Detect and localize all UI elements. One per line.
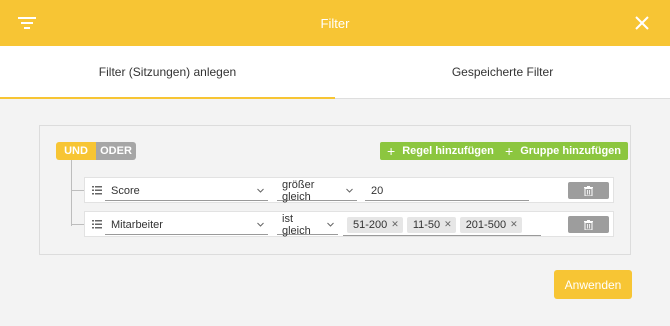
chevron-down-icon <box>327 222 334 227</box>
delete-rule-button[interactable] <box>568 182 609 199</box>
add-rule-label: Regel hinzufügen <box>402 145 494 157</box>
plus-icon: + <box>387 143 396 159</box>
und-button[interactable]: UND <box>56 142 96 160</box>
trash-icon <box>584 185 593 196</box>
delete-rule-button[interactable] <box>568 216 609 233</box>
operator-select[interactable]: größer gleich <box>277 178 357 203</box>
rule-row: Mitarbeiter ist gleich 51-200 ✕ 11-50 ✕ … <box>84 211 614 237</box>
add-group-button[interactable]: + Gruppe hinzufügen <box>498 142 629 160</box>
plus-icon: + <box>505 143 514 159</box>
tab-create-filter[interactable]: Filter (Sitzungen) anlegen <box>0 46 335 99</box>
remove-tag-icon[interactable]: ✕ <box>444 219 452 230</box>
field-select-value: Mitarbeiter <box>111 218 163 231</box>
operator-select-value: ist gleich <box>282 212 311 237</box>
add-group-label: Gruppe hinzufügen <box>520 145 622 157</box>
drag-handle-icon[interactable] <box>92 220 102 229</box>
apply-button[interactable]: Anwenden <box>554 270 632 299</box>
chevron-down-icon <box>257 188 264 193</box>
value-tag: 51-200 ✕ <box>347 216 403 233</box>
trash-icon <box>584 219 593 230</box>
add-rule-button[interactable]: + Regel hinzufügen <box>380 142 501 160</box>
tree-connector <box>71 190 84 191</box>
tab-saved-filters[interactable]: Gespeicherte Filter <box>335 46 670 98</box>
query-builder: UND ODER + Regel hinzufügen + Gruppe hin… <box>39 125 631 255</box>
rule-row: Score größer gleich 20 <box>84 177 614 203</box>
value-tag-label: 11-50 <box>412 218 441 231</box>
field-select-value: Score <box>111 184 140 197</box>
value-tag-label: 51-200 <box>353 218 388 231</box>
field-select[interactable]: Score <box>105 181 268 201</box>
remove-tag-icon[interactable]: ✕ <box>391 219 399 230</box>
drag-handle-icon[interactable] <box>92 186 102 195</box>
value-tags-input[interactable]: 51-200 ✕ 11-50 ✕ 201-500 ✕ <box>343 214 541 236</box>
operator-select[interactable]: ist gleich <box>277 212 338 237</box>
close-icon[interactable] <box>634 15 650 31</box>
tab-bar: Filter (Sitzungen) anlegen Gespeicherte … <box>0 46 670 99</box>
oder-button[interactable]: ODER <box>96 142 136 160</box>
remove-tag-icon[interactable]: ✕ <box>510 219 518 230</box>
header-bar: Filter <box>0 0 670 46</box>
conjunction-toggle: UND ODER <box>56 142 136 160</box>
page-title: Filter <box>320 15 350 31</box>
operator-select-value: größer gleich <box>282 178 315 203</box>
chevron-down-icon <box>257 222 264 227</box>
chevron-down-icon <box>346 188 353 193</box>
value-tag: 201-500 ✕ <box>459 216 522 233</box>
filter-list-icon[interactable] <box>18 16 36 30</box>
field-select[interactable]: Mitarbeiter <box>105 215 268 235</box>
value-input[interactable]: 20 <box>365 181 529 201</box>
tree-connector <box>71 160 72 226</box>
tree-connector <box>71 224 84 225</box>
value-tag-label: 201-500 <box>465 218 507 231</box>
value-input-text: 20 <box>371 184 384 197</box>
value-tag: 11-50 ✕ <box>406 216 456 233</box>
